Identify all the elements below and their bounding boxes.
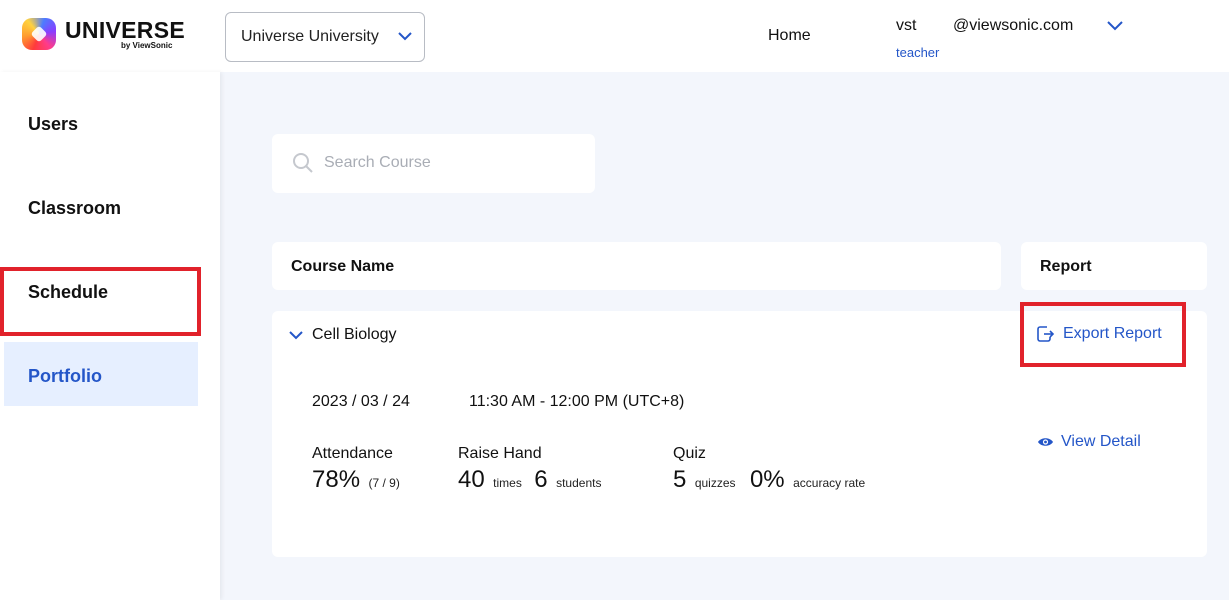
attendance-percent: 78% (312, 466, 361, 493)
session-time: 11:30 AM - 12:00 PM (UTC+8) (469, 393, 685, 410)
raise-hand-stat: 40 times 6 students (458, 466, 601, 494)
user-name: vst (896, 17, 917, 34)
search-course-box[interactable] (272, 134, 595, 193)
school-selector-value: Universe University (241, 28, 379, 45)
attendance-label: Attendance (312, 445, 393, 462)
sidebar-item-portfolio[interactable]: Portfolio (4, 342, 198, 406)
column-header-report-label: Report (1040, 258, 1092, 275)
logo-mark-icon (22, 18, 56, 50)
raise-hand-students: 6 (534, 466, 548, 493)
expand-chevron-icon[interactable] (289, 330, 303, 340)
students-unit: students (556, 476, 602, 490)
view-detail-label: View Detail (1061, 433, 1141, 450)
sidebar-item-portfolio-label: Portfolio (28, 366, 102, 386)
brand-byline: by ViewSonic (121, 41, 173, 50)
column-header-report: Report (1021, 242, 1207, 290)
attendance-count: (7 / 9) (368, 476, 400, 490)
export-highlight-box (1020, 302, 1186, 367)
times-unit: times (493, 476, 522, 490)
accuracy-unit: accuracy rate (793, 476, 866, 490)
search-input[interactable] (324, 152, 574, 174)
quizzes-unit: quizzes (694, 476, 736, 490)
school-selector[interactable]: Universe University (225, 12, 425, 62)
portfolio-highlight-box (0, 267, 201, 336)
sidebar: Users Classroom Schedule Portfolio (0, 72, 220, 600)
quiz-label: Quiz (673, 445, 706, 462)
column-header-course-name-label: Course Name (291, 258, 395, 275)
universe-logo[interactable]: UNIVERSE by ViewSonic (22, 17, 185, 54)
quiz-stat: 5 quizzes 0% accuracy rate (673, 466, 865, 494)
course-name[interactable]: Cell Biology (312, 326, 396, 344)
user-email: @viewsonic.com (953, 17, 1074, 34)
raise-hand-label: Raise Hand (458, 445, 542, 462)
chevron-down-icon (398, 32, 412, 41)
top-header: UNIVERSE by ViewSonic Universe Universit… (0, 0, 1229, 72)
quiz-accuracy: 0% (749, 466, 785, 493)
user-menu-chevron-icon[interactable] (1107, 19, 1123, 31)
sidebar-item-classroom[interactable]: Classroom (28, 198, 121, 219)
brand-name: UNIVERSE (65, 17, 185, 43)
column-header-course-name: Course Name (272, 242, 1001, 290)
sidebar-item-users[interactable]: Users (28, 114, 78, 135)
session-date: 2023 / 03 / 24 (312, 393, 410, 410)
quiz-count: 5 (673, 466, 687, 493)
user-role: teacher (896, 45, 940, 60)
attendance-stat: 78% (7 / 9) (312, 466, 400, 494)
search-icon (293, 153, 313, 173)
home-link[interactable]: Home (768, 27, 811, 45)
eye-icon (1038, 438, 1053, 446)
raise-hand-times: 40 (458, 466, 485, 493)
